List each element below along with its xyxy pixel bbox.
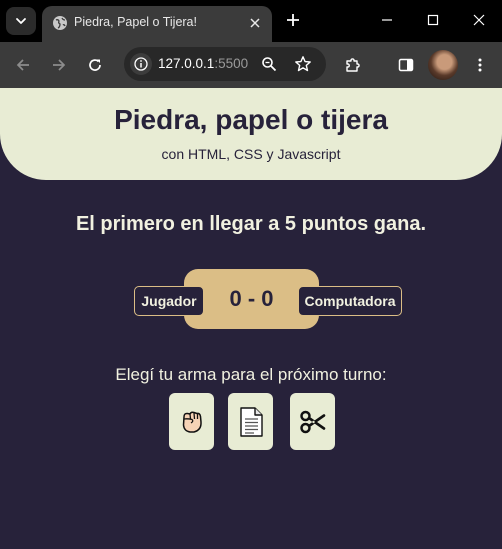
zoom-button[interactable] bbox=[260, 55, 278, 73]
goal-text: El primero en llegar a 5 puntos gana. bbox=[75, 213, 427, 235]
extensions-button[interactable] bbox=[341, 53, 365, 77]
globe-icon bbox=[52, 15, 68, 31]
star-icon bbox=[295, 56, 311, 72]
minimize-button[interactable] bbox=[364, 0, 410, 40]
url-text: 127.0.0.1:5500 bbox=[158, 56, 248, 71]
bookmark-button[interactable] bbox=[294, 55, 312, 73]
profile-avatar[interactable] bbox=[428, 50, 458, 80]
tab-close-button[interactable] bbox=[246, 14, 264, 32]
maximize-icon bbox=[427, 14, 439, 26]
side-panel-button[interactable] bbox=[394, 53, 418, 77]
page-header: Piedra, papel o tijera con HTML, CSS y J… bbox=[0, 88, 502, 180]
side-panel-icon bbox=[398, 58, 414, 72]
player-label: Jugador bbox=[134, 286, 204, 316]
info-icon bbox=[134, 57, 148, 71]
computer-label: Computadora bbox=[298, 286, 402, 316]
player-label-text: Jugador bbox=[141, 293, 197, 309]
url-port: :5500 bbox=[214, 56, 249, 71]
tab-search-button[interactable] bbox=[6, 7, 36, 35]
score-text: 0 - 0 bbox=[229, 286, 274, 311]
reload-icon bbox=[89, 59, 101, 71]
arrow-left-icon bbox=[16, 59, 29, 71]
close-icon bbox=[473, 14, 485, 26]
close-icon bbox=[250, 18, 260, 28]
browser-tab-bar: Piedra, Papel o Tijera! bbox=[0, 0, 502, 42]
browser-tab[interactable]: Piedra, Papel o Tijera! bbox=[42, 6, 272, 42]
paper-button[interactable] bbox=[228, 393, 273, 450]
reload-button[interactable] bbox=[83, 53, 107, 77]
forward-button[interactable] bbox=[47, 53, 71, 77]
url-host: 127.0.0.1 bbox=[158, 56, 215, 71]
scissors-icon bbox=[299, 410, 325, 433]
tab-title: Piedra, Papel o Tijera! bbox=[74, 15, 197, 29]
plus-icon bbox=[287, 14, 299, 26]
maximize-button[interactable] bbox=[410, 0, 456, 40]
kebab-menu-icon bbox=[478, 58, 482, 72]
arrow-right-icon bbox=[53, 59, 66, 71]
new-tab-button[interactable] bbox=[282, 9, 304, 31]
zoom-icon bbox=[262, 57, 277, 72]
computer-label-text: Computadora bbox=[304, 293, 396, 309]
browser-toolbar: 127.0.0.1:5500 bbox=[0, 42, 502, 88]
address-bar[interactable]: 127.0.0.1:5500 bbox=[124, 47, 326, 81]
puzzle-icon bbox=[346, 58, 360, 72]
page-subtitle: con HTML, CSS y Javascript bbox=[161, 146, 341, 162]
paper-icon bbox=[239, 406, 263, 437]
fist-icon bbox=[182, 410, 202, 433]
weapon-prompt: Elegí tu arma para el próximo turno: bbox=[115, 365, 387, 384]
minimize-icon bbox=[382, 19, 392, 21]
page-content: Piedra, papel o tijera con HTML, CSS y J… bbox=[0, 88, 502, 549]
rock-button[interactable] bbox=[169, 393, 214, 450]
site-info-button[interactable] bbox=[130, 53, 152, 75]
menu-button[interactable] bbox=[468, 53, 492, 77]
chevron-down-icon bbox=[16, 18, 26, 24]
window-close-button[interactable] bbox=[456, 0, 502, 40]
back-button[interactable] bbox=[11, 53, 35, 77]
page-title: Piedra, papel o tijera bbox=[114, 104, 388, 135]
scissors-button[interactable] bbox=[290, 393, 335, 450]
